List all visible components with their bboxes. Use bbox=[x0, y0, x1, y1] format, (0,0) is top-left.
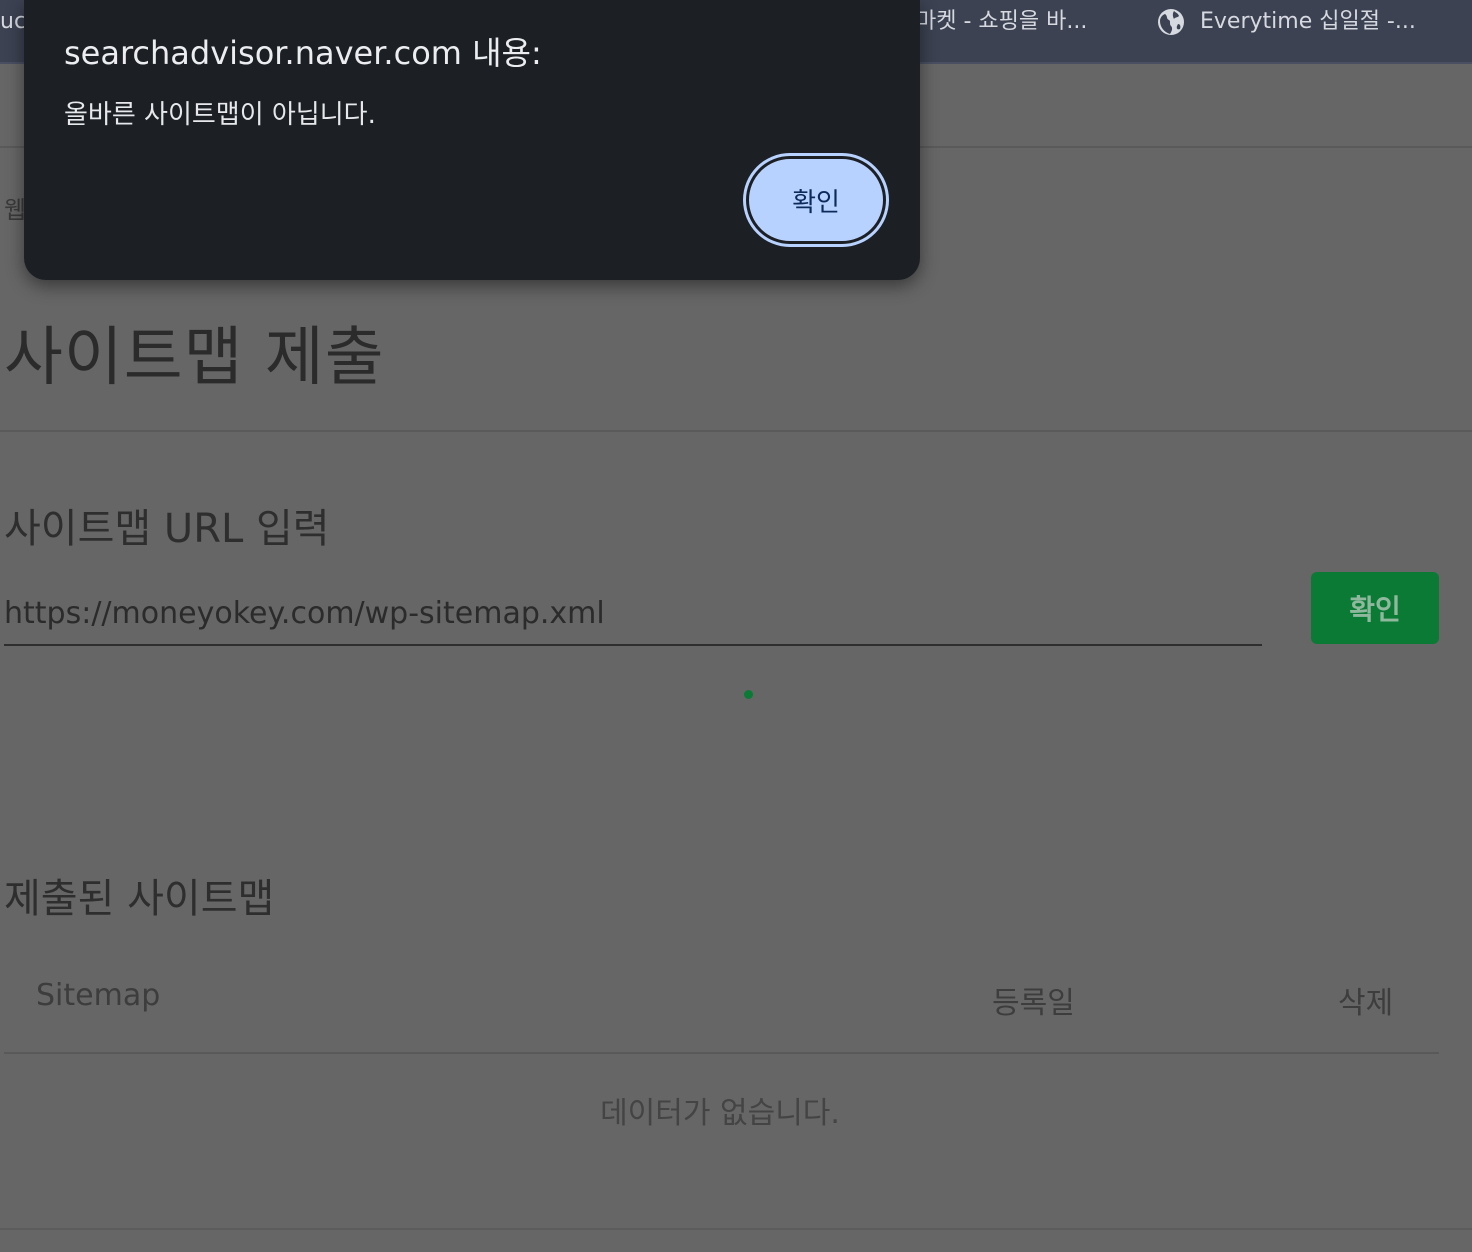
column-header-delete: 삭제 bbox=[1338, 986, 1394, 1021]
dialog-ok-button[interactable]: 확인 bbox=[746, 156, 886, 244]
sitemap-input-heading: 사이트맵 URL 입력 bbox=[4, 506, 330, 552]
bookmark-item-left[interactable]: uc bbox=[0, 0, 24, 44]
divider bbox=[0, 430, 1472, 432]
dialog-message: 올바른 사이트맵이 아닙니다. bbox=[64, 100, 376, 130]
dialog-title: searchadvisor.naver.com 내용: bbox=[64, 34, 542, 72]
globe-icon bbox=[1156, 7, 1186, 37]
bookmark-everytime-label: Everytime 십일절 -... bbox=[1200, 9, 1416, 34]
column-header-date: 등록일 bbox=[992, 986, 1075, 1021]
page-title: 사이트맵 제출 bbox=[4, 321, 385, 395]
alert-dialog: searchadvisor.naver.com 내용: 올바른 사이트맵이 아닙… bbox=[24, 0, 920, 280]
bookmark-market-label: 마켓 - 쇼핑을 바... bbox=[916, 9, 1088, 34]
bookmark-left-label: uc bbox=[0, 9, 24, 34]
loading-indicator bbox=[744, 690, 753, 699]
submitted-sitemaps-heading: 제출된 사이트맵 bbox=[4, 876, 275, 922]
table-header-divider bbox=[4, 1052, 1439, 1054]
breadcrumb[interactable]: 웹 bbox=[4, 190, 24, 225]
bookmark-item-everytime[interactable]: Everytime 십일절 -... bbox=[1156, 0, 1416, 44]
table-empty-message: 데이터가 없습니다. bbox=[600, 1096, 840, 1131]
bookmark-item-market[interactable]: 마켓 - 쇼핑을 바... bbox=[916, 0, 1087, 44]
column-header-sitemap: Sitemap bbox=[36, 978, 161, 1013]
submit-button[interactable]: 확인 bbox=[1311, 572, 1439, 644]
table-bottom-divider bbox=[0, 1228, 1472, 1230]
sitemap-url-input[interactable] bbox=[4, 582, 1262, 646]
